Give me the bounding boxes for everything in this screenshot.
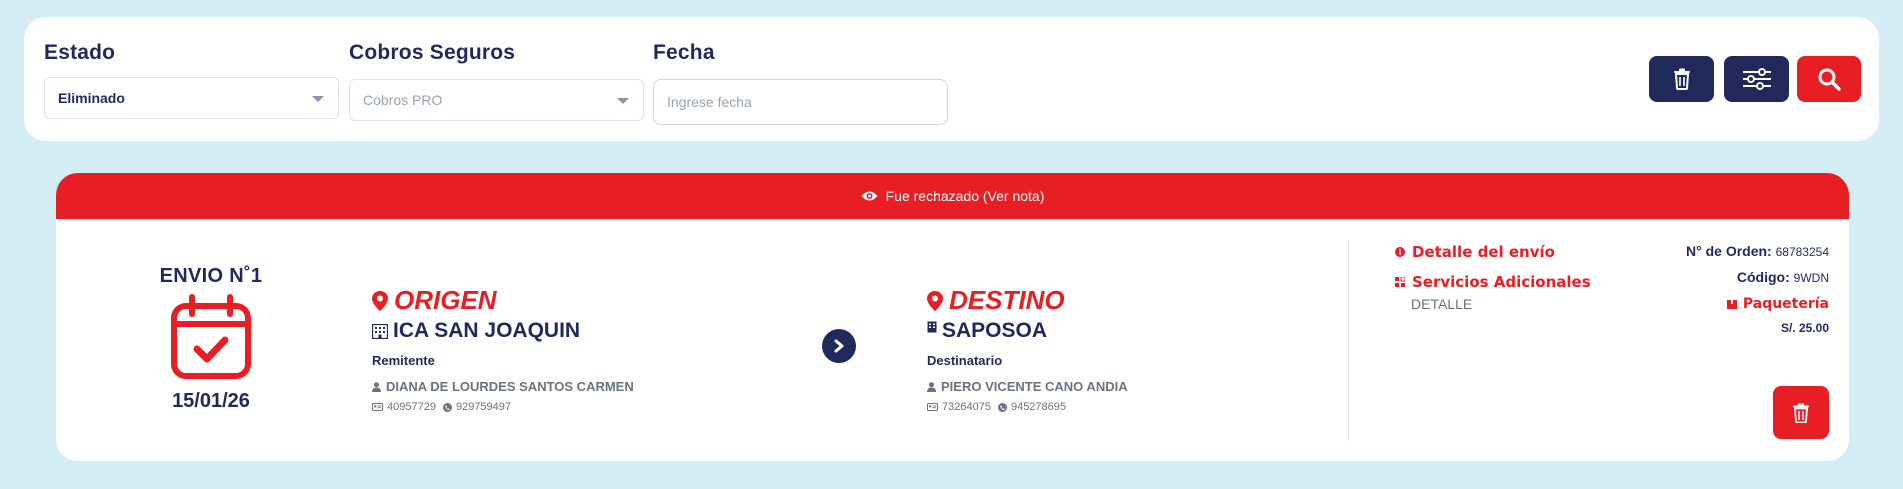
sender-role: Remitente bbox=[372, 353, 435, 368]
chevron-right-icon bbox=[834, 339, 844, 353]
id-card-icon bbox=[372, 403, 383, 411]
sender-name: DIANA DE LOURDES SANTOS CARMEN bbox=[386, 379, 634, 394]
trash-icon bbox=[1673, 68, 1690, 90]
chevron-down-icon bbox=[617, 98, 629, 104]
route-arrow-button[interactable] bbox=[822, 329, 856, 363]
destination-city: SAPOSOA bbox=[942, 319, 1048, 342]
column-divider bbox=[1348, 241, 1349, 441]
delete-shipment-button[interactable] bbox=[1773, 386, 1829, 439]
destination-heading: DESTINO bbox=[949, 285, 1065, 315]
shipment-card: Fue rechazado (Ver nota) ENVIO N˚1 15/01… bbox=[56, 173, 1849, 461]
sender-document: 40957729 bbox=[387, 401, 436, 413]
delete-filter-button[interactable] bbox=[1649, 56, 1714, 102]
user-icon bbox=[927, 381, 936, 392]
services-detail-link[interactable]: DETALLE bbox=[1411, 296, 1472, 312]
shipment-price: S/. 25.00 bbox=[1780, 321, 1829, 335]
calendar-check-icon bbox=[171, 294, 251, 379]
estado-filter: Estado Eliminado bbox=[44, 41, 339, 119]
recipient-phone: 945278695 bbox=[1010, 401, 1067, 413]
estado-select[interactable]: Eliminado bbox=[44, 77, 339, 119]
id-card-icon bbox=[927, 403, 938, 411]
origin-section: ORIGEN ICA SAN JOAQUIN Remitente DIANA D… bbox=[372, 285, 634, 413]
banner-text: Fue rechazado (Ver nota) bbox=[885, 188, 1045, 204]
additional-services-label: Servicios Adicionales bbox=[1412, 273, 1591, 291]
cobros-filter: Cobros Seguros Cobros PRO bbox=[349, 41, 644, 121]
shipment-date: 15/01/26 bbox=[172, 390, 250, 412]
map-pin-icon bbox=[372, 290, 388, 311]
origin-heading: ORIGEN bbox=[394, 285, 497, 315]
recipient-document: 73264075 bbox=[942, 401, 991, 413]
phone-icon bbox=[442, 402, 452, 412]
order-number-label: N° de Orden: bbox=[1686, 243, 1772, 259]
origin-city: ICA SAN JOAQUIN bbox=[393, 319, 581, 342]
fecha-input[interactable] bbox=[653, 79, 948, 125]
package-icon bbox=[1726, 300, 1737, 309]
additional-services-link[interactable]: Servicios Adicionales bbox=[1395, 273, 1591, 291]
filter-bar: Estado Eliminado Cobros Seguros Cobros P… bbox=[24, 17, 1879, 141]
cobros-placeholder: Cobros PRO bbox=[363, 92, 443, 108]
chevron-down-icon bbox=[312, 96, 324, 102]
fecha-label: Fecha bbox=[653, 41, 715, 64]
advanced-filters-button[interactable] bbox=[1724, 56, 1789, 102]
estado-label: Estado bbox=[44, 41, 116, 64]
shipment-summary: ENVIO N˚1 15/01/26 bbox=[136, 265, 286, 413]
package-type-label: Paquetería bbox=[1742, 296, 1829, 312]
shipment-detail-link[interactable]: Detalle del envío bbox=[1395, 243, 1555, 261]
destination-section: DESTINO SAPOSOA Destinatario PIERO VICEN… bbox=[927, 285, 1128, 413]
eye-icon bbox=[861, 191, 878, 201]
cobros-select[interactable]: Cobros PRO bbox=[349, 79, 644, 121]
sliders-icon bbox=[1742, 68, 1771, 90]
search-button[interactable] bbox=[1797, 56, 1861, 102]
phone-icon bbox=[997, 402, 1007, 412]
package-type: Paquetería bbox=[1726, 296, 1829, 312]
building-icon bbox=[927, 321, 937, 333]
cobros-label: Cobros Seguros bbox=[349, 41, 516, 64]
estado-value: Eliminado bbox=[58, 90, 125, 106]
order-number-row: N° de Orden: 68783254 bbox=[1686, 243, 1829, 259]
info-icon bbox=[1395, 247, 1405, 257]
order-number-value: 68783254 bbox=[1775, 245, 1829, 259]
rejected-note-banner[interactable]: Fue rechazado (Ver nota) bbox=[56, 173, 1849, 219]
services-icon bbox=[1395, 277, 1405, 287]
shipment-detail-label: Detalle del envío bbox=[1412, 243, 1555, 261]
sender-phone: 929759497 bbox=[455, 401, 512, 413]
recipient-name: PIERO VICENTE CANO ANDIA bbox=[941, 379, 1128, 394]
code-row: Código: 9WDN bbox=[1737, 269, 1829, 285]
building-icon bbox=[372, 323, 388, 339]
user-icon bbox=[372, 381, 381, 392]
trash-icon bbox=[1793, 403, 1809, 423]
code-label: Código: bbox=[1736, 269, 1790, 285]
search-icon bbox=[1818, 68, 1841, 91]
recipient-role: Destinatario bbox=[927, 353, 1003, 368]
fecha-filter: Fecha bbox=[653, 41, 948, 125]
map-pin-icon bbox=[927, 290, 943, 311]
shipment-number: ENVIO N˚1 bbox=[159, 265, 263, 287]
code-value: 9WDN bbox=[1793, 271, 1829, 285]
